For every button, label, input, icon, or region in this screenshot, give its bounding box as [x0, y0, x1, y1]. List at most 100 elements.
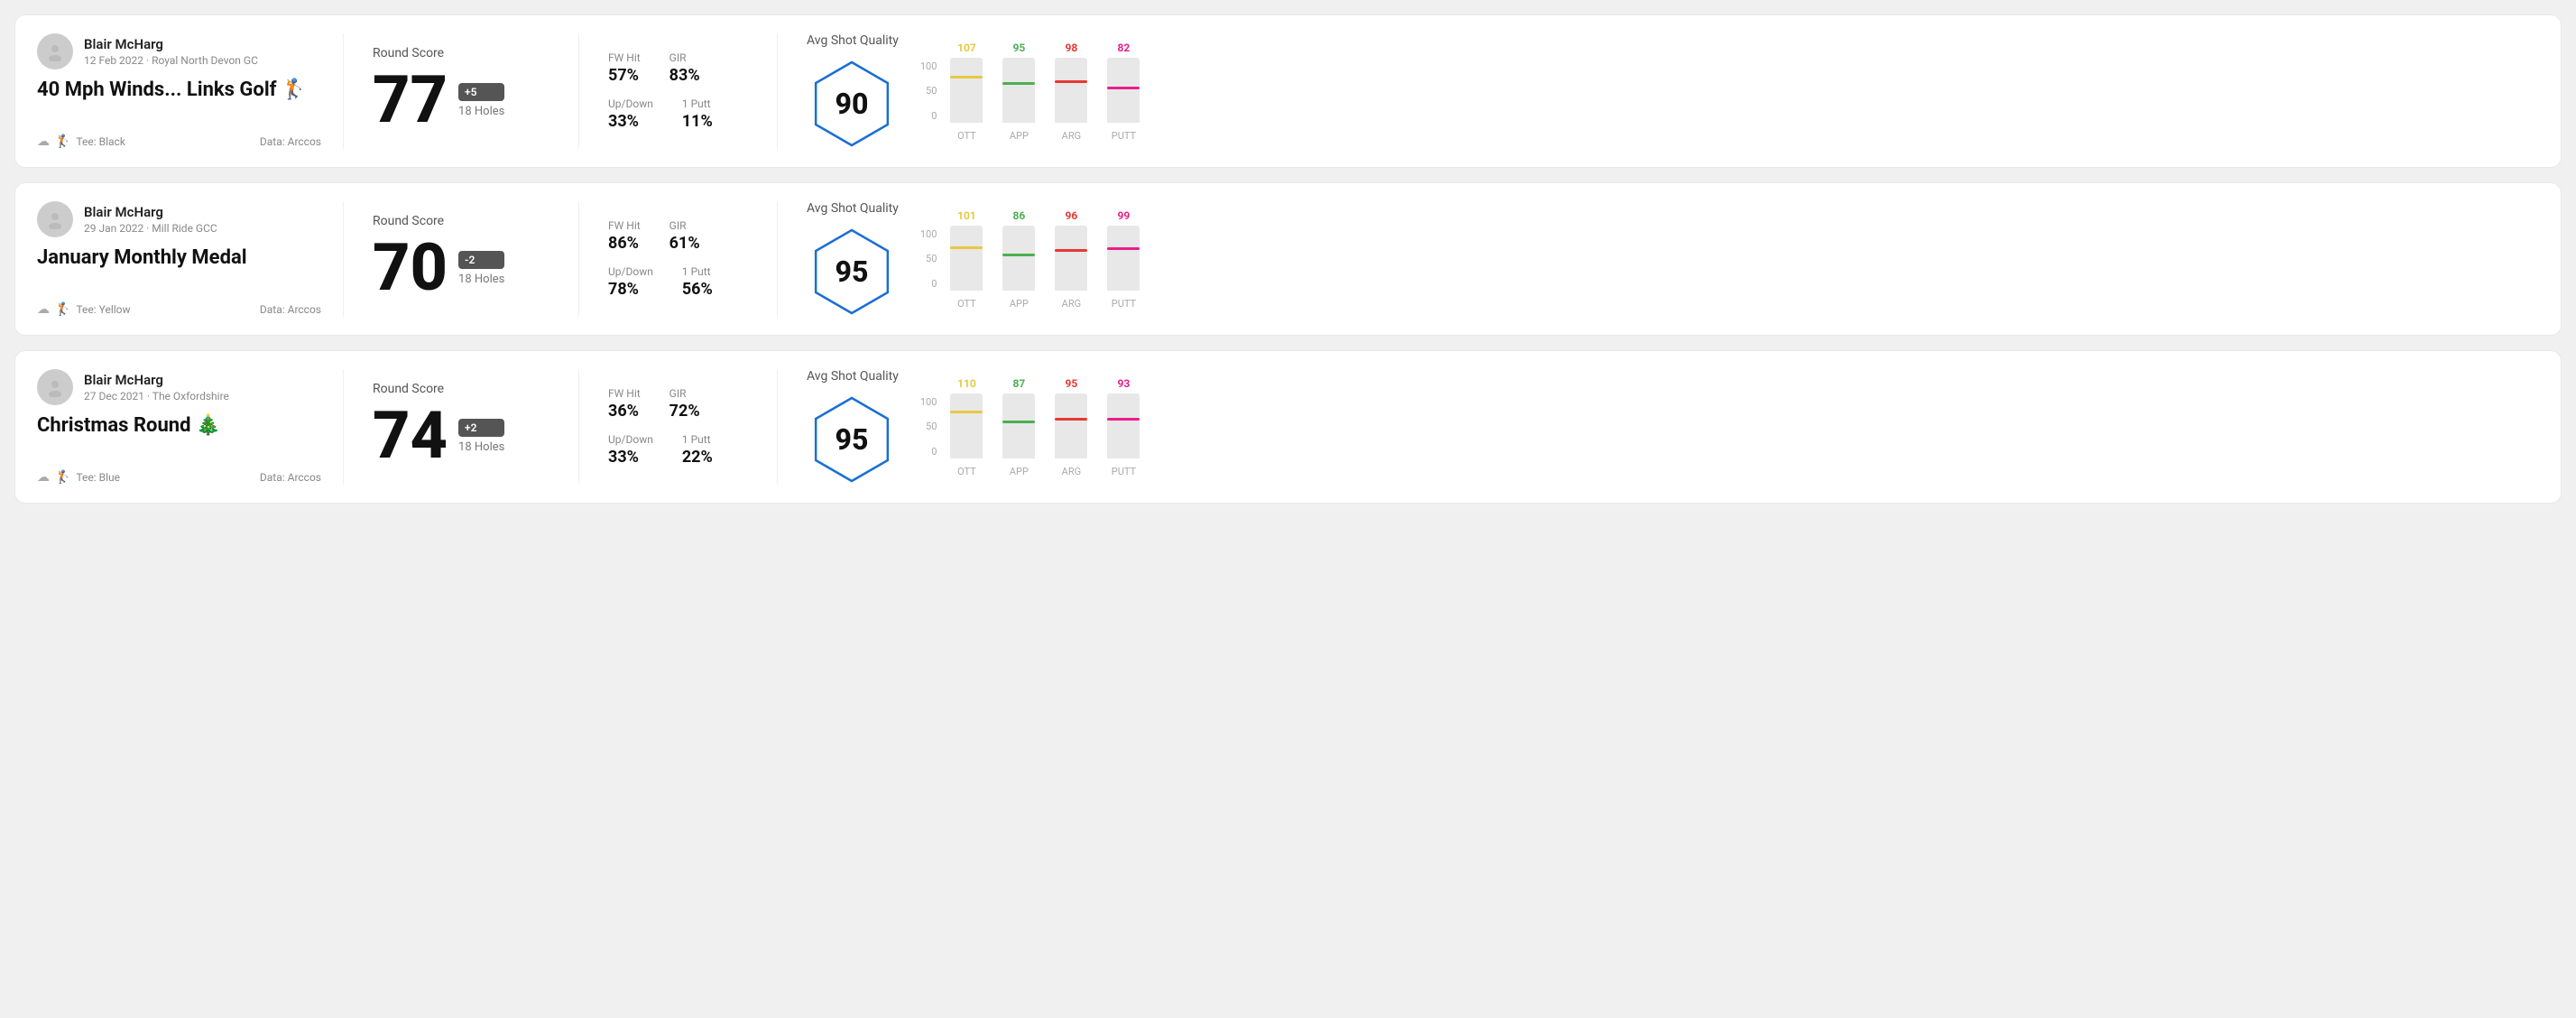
quality-label: Avg Shot Quality — [807, 33, 899, 48]
gir-label: GIR — [669, 387, 700, 400]
bar-fill — [950, 411, 983, 458]
right-section: Avg Shot Quality 90 100 50 0 107 — [777, 33, 2539, 149]
tee-label: Tee: Blue — [76, 471, 120, 484]
round-title: Christmas Round 🎄 — [37, 414, 321, 437]
bar-fill — [1107, 418, 1140, 458]
tee-label: Tee: Black — [76, 135, 125, 148]
bar-value: 86 — [1013, 209, 1026, 222]
bar-wrapper — [1002, 226, 1035, 291]
fw-hit-label: FW Hit — [608, 51, 641, 64]
stats-row-top: FW Hit 36% GIR 72% — [608, 387, 748, 421]
bar-group: 86 APP — [996, 209, 1041, 310]
bar-fill — [1002, 421, 1035, 458]
bar-wrapper — [950, 393, 983, 458]
stats-section: FW Hit 36% GIR 72% Up/Down 33% 1 Putt 22… — [578, 369, 777, 485]
bar-fill — [1055, 80, 1087, 123]
bar-accent — [1107, 247, 1140, 250]
gir-value: 61% — [669, 234, 700, 253]
bar-fill — [1002, 82, 1035, 123]
round-score-label: Round Score — [373, 214, 549, 228]
putt-label: 1 Putt — [682, 265, 713, 278]
quality-score: 90 — [836, 87, 869, 121]
right-section: Avg Shot Quality 95 100 50 0 101 — [777, 201, 2539, 317]
gir-stat: GIR 61% — [669, 219, 700, 253]
weather-icon: ☁ — [37, 134, 50, 149]
round-card: Blair McHarg 29 Jan 2022 · Mill Ride GCC… — [14, 182, 2562, 336]
bar-x-label: APP — [1010, 298, 1029, 310]
user-name: Blair McHarg — [84, 36, 258, 52]
y-label-50: 50 — [926, 421, 937, 432]
bar-x-label: OTT — [957, 130, 976, 142]
putt-label: 1 Putt — [682, 97, 713, 110]
score-row: 74 +2 18 Holes — [373, 403, 549, 468]
score-badge: -2 — [458, 251, 504, 269]
bar-accent — [1107, 418, 1140, 421]
quality-col: Avg Shot Quality 95 — [807, 201, 899, 317]
quality-col: Avg Shot Quality 95 — [807, 369, 899, 485]
gir-value: 83% — [669, 66, 700, 85]
y-label-100: 100 — [920, 60, 937, 72]
gir-label: GIR — [669, 51, 700, 64]
middle-section: Round Score 74 +2 18 Holes — [344, 369, 578, 485]
y-labels: 100 50 0 — [920, 228, 937, 310]
user-name: Blair McHarg — [84, 204, 217, 220]
bar-accent — [1002, 254, 1035, 256]
updown-stat: Up/Down 33% — [608, 97, 653, 131]
y-labels: 100 50 0 — [920, 396, 937, 477]
bar-fill — [950, 76, 983, 123]
round-title: January Monthly Medal — [37, 246, 321, 269]
bar-group: 93 PUTT — [1101, 377, 1146, 477]
putt-stat: 1 Putt 22% — [682, 433, 713, 467]
hexagon-container: 95 — [807, 394, 897, 485]
right-section: Avg Shot Quality 95 100 50 0 110 — [777, 369, 2539, 485]
putt-stat: 1 Putt 56% — [682, 265, 713, 299]
hexagon-container: 90 — [807, 59, 897, 149]
bar-group: 95 ARG — [1048, 377, 1094, 477]
y-label-100: 100 — [920, 396, 937, 408]
bar-x-label: APP — [1010, 130, 1029, 142]
middle-section: Round Score 70 -2 18 Holes — [344, 201, 578, 317]
quality-score: 95 — [836, 255, 869, 289]
fw-hit-stat: FW Hit 36% — [608, 387, 641, 421]
stats-row-top: FW Hit 86% GIR 61% — [608, 219, 748, 253]
score-badge: +2 — [458, 419, 504, 437]
quality-col: Avg Shot Quality 90 — [807, 33, 899, 149]
holes-label: 18 Holes — [458, 273, 504, 286]
bar-x-label: OTT — [957, 466, 976, 477]
user-info: Blair McHarg 12 Feb 2022 · Royal North D… — [37, 33, 321, 69]
y-label-50: 50 — [926, 253, 937, 264]
y-label-50: 50 — [926, 85, 937, 97]
tee-info: ☁ 🏌 Tee: Black — [37, 134, 125, 149]
hexagon-container: 95 — [807, 227, 897, 317]
bar-group: 110 OTT — [944, 377, 989, 477]
stats-row-top: FW Hit 57% GIR 83% — [608, 51, 748, 85]
round-score-label: Round Score — [373, 46, 549, 60]
stats-row-bottom: Up/Down 33% 1 Putt 11% — [608, 97, 748, 131]
avatar — [37, 201, 73, 237]
bar-wrapper — [1055, 393, 1087, 458]
bar-group: 98 ARG — [1048, 42, 1094, 142]
bar-accent — [1002, 82, 1035, 85]
round-card: Blair McHarg 12 Feb 2022 · Royal North D… — [14, 14, 2562, 168]
quality-section: Avg Shot Quality 90 — [807, 33, 899, 149]
stats-row-bottom: Up/Down 78% 1 Putt 56% — [608, 265, 748, 299]
bar-x-label: APP — [1010, 466, 1029, 477]
putt-stat: 1 Putt 11% — [682, 97, 713, 131]
score-badge: +5 — [458, 83, 504, 101]
bar-group: 95 APP — [996, 42, 1041, 142]
bar-chart: 100 50 0 110 OTT 87 APP 95 ARG 93 — [920, 377, 2539, 477]
bar-value: 107 — [957, 42, 976, 54]
putt-value: 22% — [682, 448, 713, 467]
bar-group: 107 OTT — [944, 42, 989, 142]
bar-value: 96 — [1066, 209, 1078, 222]
middle-section: Round Score 77 +5 18 Holes — [344, 33, 578, 149]
chart-section: 100 50 0 110 OTT 87 APP 95 ARG 93 — [920, 377, 2539, 477]
bar-accent — [1002, 421, 1035, 423]
updown-value: 33% — [608, 112, 653, 131]
tee-info: ☁ 🏌 Tee: Blue — [37, 470, 120, 485]
updown-value: 78% — [608, 280, 653, 299]
putt-value: 56% — [682, 280, 713, 299]
bar-chart: 100 50 0 107 OTT 95 APP 98 ARG 82 — [920, 42, 2539, 142]
footer-info: ☁ 🏌 Tee: Blue Data: Arccos — [37, 470, 321, 485]
fw-hit-value: 57% — [608, 66, 641, 85]
